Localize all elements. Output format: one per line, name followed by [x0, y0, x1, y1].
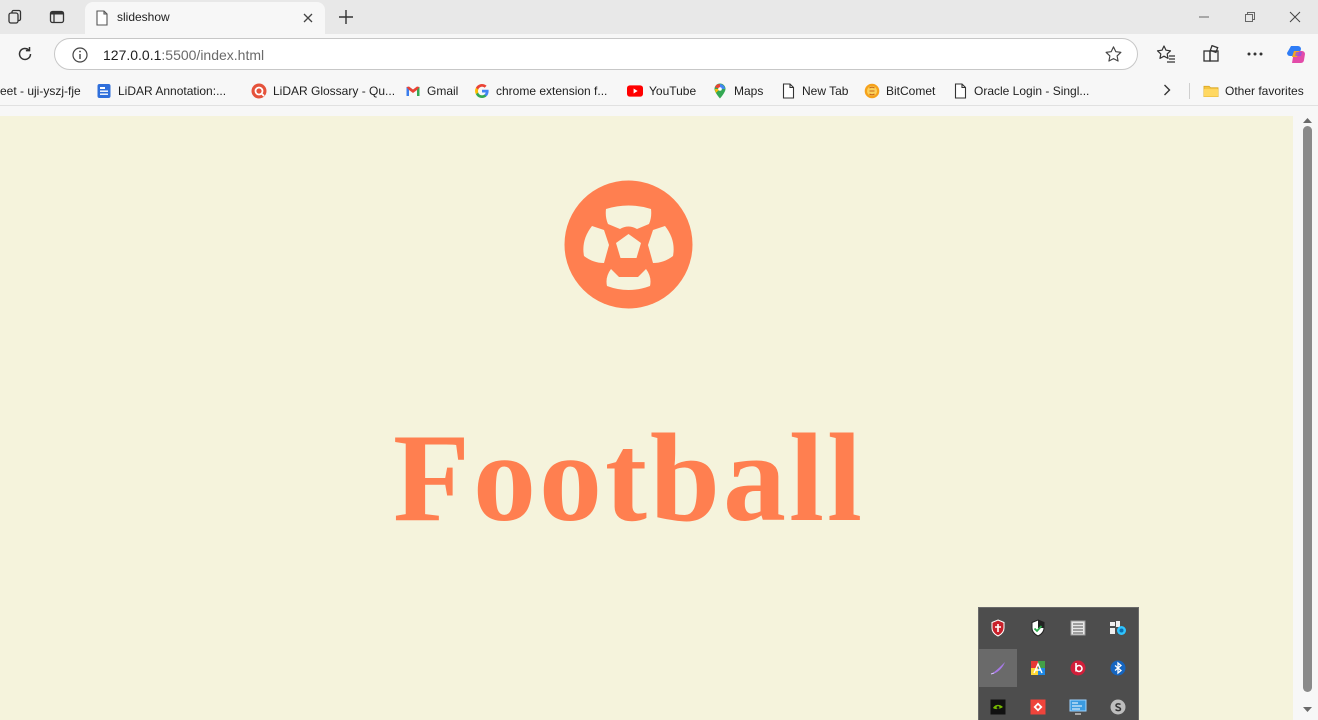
other-favorites-label: Other favorites — [1225, 84, 1304, 98]
bookmark-label: chrome extension f... — [496, 84, 608, 98]
restore-icon — [1245, 12, 1255, 22]
info-icon[interactable] — [71, 46, 89, 64]
display-icon[interactable] — [1059, 688, 1097, 720]
favorites-button[interactable] — [1154, 42, 1178, 66]
restore-button[interactable] — [1227, 4, 1273, 30]
maps-icon — [712, 83, 728, 99]
copilot-button[interactable] — [1284, 42, 1308, 66]
bookmark-maps[interactable]: Maps — [712, 82, 763, 100]
bookmarks-separator — [1189, 83, 1190, 99]
scroll-up-arrow-icon[interactable] — [1302, 116, 1313, 124]
color-app-icon[interactable] — [1019, 649, 1057, 687]
bookmark-label: Maps — [734, 84, 764, 98]
toolbar: 127.0.0.1:5500/index.html — [0, 34, 1318, 74]
favorites-list-icon — [1156, 45, 1175, 63]
anydesk-icon[interactable] — [1019, 688, 1057, 720]
bookmark-meet[interactable]: eet - uji-yszj-fje — [0, 82, 81, 100]
close-icon — [1289, 11, 1301, 23]
system-tray-overflow — [978, 607, 1139, 720]
folder-icon — [1203, 83, 1219, 99]
beats-icon[interactable] — [1059, 649, 1097, 687]
bookmark-youtube[interactable]: YouTube — [627, 82, 696, 100]
reload-button[interactable] — [12, 41, 38, 67]
new-tab-button[interactable] — [334, 5, 358, 29]
bookmarks-bar: eet - uji-yszj-fje LiDAR Annotation:... … — [0, 74, 1318, 106]
tab-strip: slideshow — [0, 0, 1318, 34]
reload-icon — [18, 47, 32, 61]
page-heading: Football — [392, 409, 865, 548]
settings-menu-button[interactable] — [1243, 42, 1267, 66]
bookmark-label: Oracle Login - Singl... — [974, 84, 1090, 98]
tab-title: slideshow — [117, 10, 170, 24]
plus-icon — [339, 10, 353, 24]
url-text[interactable]: 127.0.0.1:5500/index.html — [103, 47, 264, 63]
page-icon — [96, 10, 108, 26]
url-path: :5500/index.html — [161, 47, 265, 63]
bookmark-oracle-login[interactable]: Oracle Login - Singl... — [952, 82, 1089, 100]
favorite-star-icon[interactable] — [1104, 45, 1123, 64]
nvidia-icon[interactable] — [979, 688, 1017, 720]
bookmark-lidar-glossary[interactable]: LiDAR Glossary - Qu... — [251, 82, 395, 100]
bookmark-bitcomet[interactable]: BitComet — [864, 82, 935, 100]
bookmark-label: YouTube — [649, 84, 697, 98]
bookmark-label: eet - uji-yszj-fje — [0, 84, 81, 98]
workspaces-icon — [8, 9, 22, 24]
close-icon — [303, 13, 313, 23]
scroll-down-arrow-icon[interactable] — [1302, 706, 1313, 714]
collections-icon — [1203, 45, 1219, 62]
page-icon — [780, 83, 796, 99]
close-window-button[interactable] — [1272, 4, 1318, 30]
other-favorites-folder[interactable]: Other favorites — [1203, 82, 1304, 100]
collections-button[interactable] — [1199, 42, 1223, 66]
docs-icon — [96, 83, 112, 99]
vertical-tabs-button[interactable] — [43, 5, 71, 29]
page-icon — [952, 83, 968, 99]
bookmark-new-tab[interactable]: New Tab — [780, 82, 848, 100]
youtube-icon — [627, 83, 643, 99]
bookmark-label: Gmail — [427, 84, 459, 98]
bookmark-gmail[interactable]: Gmail — [405, 82, 458, 100]
skype-icon[interactable] — [1099, 688, 1137, 720]
bookmarks-overflow-button[interactable] — [1158, 81, 1176, 99]
bookmark-chrome-extension[interactable]: chrome extension f... — [474, 82, 607, 100]
bookmark-lidar-annotation[interactable]: LiDAR Annotation:... — [96, 82, 226, 100]
notepad-icon[interactable] — [1059, 609, 1097, 647]
bitcomet-icon — [864, 83, 880, 99]
bookmark-label: LiDAR Glossary - Qu... — [273, 84, 396, 98]
google-icon — [474, 83, 490, 99]
chevron-right-icon — [1164, 84, 1171, 96]
scrollbar-thumb[interactable] — [1303, 126, 1312, 692]
quizlet-icon — [251, 83, 267, 99]
tab-actions-icon — [49, 10, 65, 24]
tab-close-button[interactable] — [299, 9, 317, 27]
minimize-icon — [1199, 16, 1209, 18]
shield-red-icon[interactable] — [979, 609, 1017, 647]
copilot-icon — [1287, 46, 1305, 63]
network-icon[interactable] — [1099, 609, 1137, 647]
more-icon — [1247, 52, 1263, 56]
workspaces-button[interactable] — [1, 5, 29, 29]
bookmark-label: LiDAR Annotation:... — [118, 84, 227, 98]
pen-icon[interactable] — [979, 649, 1017, 687]
bookmark-label: New Tab — [802, 84, 849, 98]
soccer-ball-icon — [564, 180, 693, 309]
shield-check-icon[interactable] — [1019, 609, 1057, 647]
minimize-button[interactable] — [1181, 4, 1227, 30]
bluetooth-icon[interactable] — [1099, 649, 1137, 687]
gmail-icon — [405, 83, 421, 99]
address-bar[interactable]: 127.0.0.1:5500/index.html — [54, 38, 1138, 70]
tab-slideshow[interactable]: slideshow — [85, 2, 325, 34]
bookmark-label: BitComet — [886, 84, 936, 98]
url-host: 127.0.0.1 — [103, 47, 162, 63]
vertical-scrollbar[interactable] — [1297, 116, 1318, 720]
